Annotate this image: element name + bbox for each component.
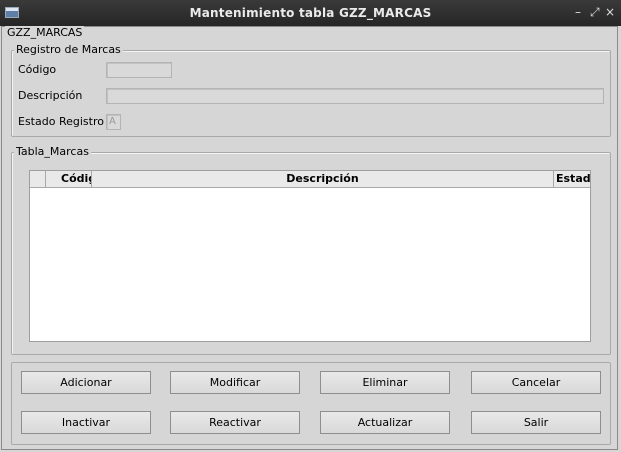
cancelar-button[interactable]: Cancelar: [471, 371, 601, 394]
registro-legend: Registro de Marcas: [14, 43, 123, 56]
salir-button[interactable]: Salir: [471, 411, 601, 434]
minimize-icon[interactable]: –: [575, 4, 581, 20]
title-bar[interactable]: Mantenimiento tabla GZZ_MARCAS – ⤢ ×: [0, 0, 621, 26]
window-title: Mantenimiento tabla GZZ_MARCAS: [189, 6, 432, 20]
row-header-corner: [30, 171, 46, 187]
estado-label: Estado Registro: [18, 115, 104, 128]
estado-field[interactable]: A: [106, 114, 121, 130]
inactivar-button[interactable]: Inactivar: [21, 411, 151, 434]
codigo-label: Código: [18, 63, 57, 76]
tabla-legend: Tabla_Marcas: [14, 145, 91, 158]
actualizar-button[interactable]: Actualizar: [320, 411, 450, 434]
adicionar-button[interactable]: Adicionar: [21, 371, 151, 394]
modificar-button[interactable]: Modificar: [170, 371, 300, 394]
eliminar-button[interactable]: Eliminar: [320, 371, 450, 394]
column-header-codigo[interactable]: Código: [46, 171, 92, 187]
frame-label: GZZ_MARCAS: [5, 26, 85, 39]
marcas-table[interactable]: Código Descripción Estad: [29, 170, 591, 342]
close-icon[interactable]: ×: [605, 4, 615, 20]
descripcion-label: Descripción: [18, 89, 83, 102]
reactivar-button[interactable]: Reactivar: [170, 411, 300, 434]
codigo-field[interactable]: [106, 62, 172, 78]
column-header-estado[interactable]: Estad: [554, 171, 592, 187]
maximize-icon[interactable]: ⤢: [590, 4, 600, 20]
column-header-descripcion[interactable]: Descripción: [92, 171, 554, 187]
table-header: Código Descripción Estad: [30, 171, 592, 188]
descripcion-field[interactable]: [106, 88, 604, 104]
